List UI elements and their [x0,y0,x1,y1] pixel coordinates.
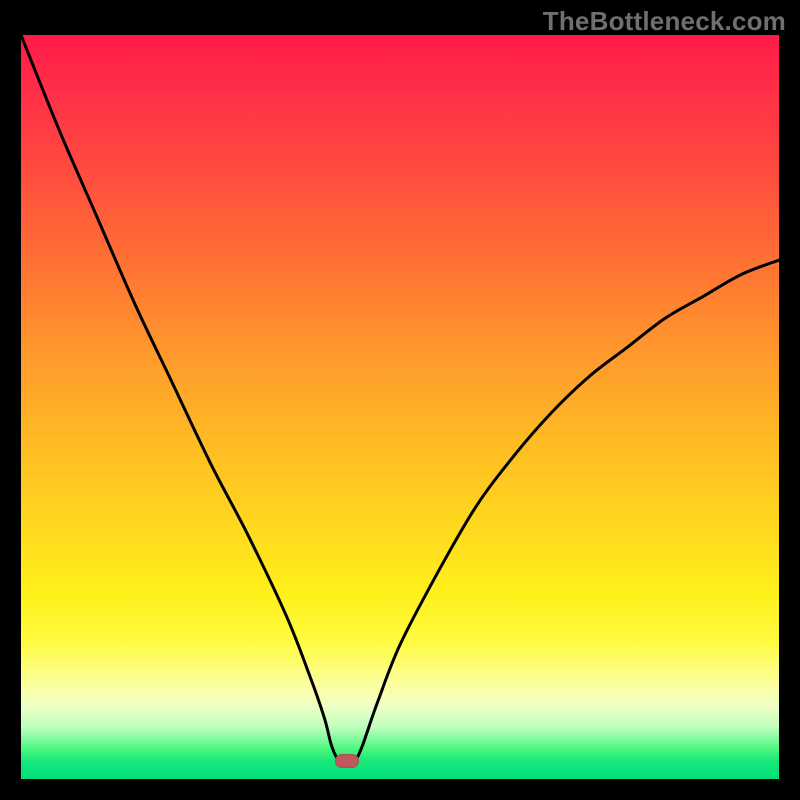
bottleneck-curve-path [21,35,779,762]
chart-frame: TheBottleneck.com [0,0,800,800]
watermark-text: TheBottleneck.com [543,6,786,37]
bottleneck-curve-svg [21,35,779,779]
minimum-marker [335,754,359,768]
plot-area [21,35,779,779]
